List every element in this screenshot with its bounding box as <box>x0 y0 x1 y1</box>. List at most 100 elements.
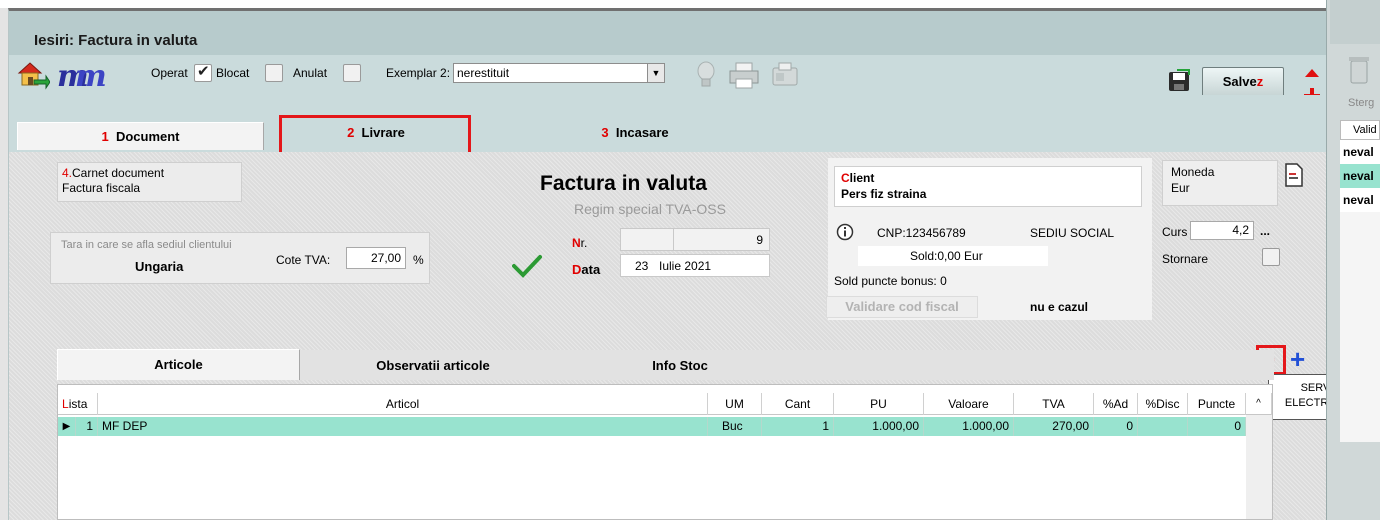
col-ad[interactable]: %Ad <box>1094 393 1138 415</box>
col-articol[interactable]: Articol <box>98 393 708 415</box>
carnet-value: Factura fiscala <box>62 181 141 195</box>
arrow-up-icon[interactable] <box>1303 67 1321 79</box>
tab-incasare-label: Incasare <box>615 125 669 140</box>
nr-label: Nr. <box>572 236 587 250</box>
col-tva[interactable]: TVA <box>1014 393 1094 415</box>
tara-value[interactable]: Ungaria <box>135 259 183 274</box>
validare-cod-fiscal-button[interactable]: Validare cod fiscal <box>826 296 978 318</box>
info-icon[interactable] <box>836 223 854 241</box>
date-month-year: Iulie 2021 <box>659 259 712 273</box>
invoice-title: Factura in valuta <box>540 172 707 195</box>
tara-box: Tara in care se afla sediul clientului U… <box>50 232 430 284</box>
tab-document[interactable]: 1 Document <box>17 122 264 150</box>
operat-label: Operat <box>151 66 188 80</box>
nr-input[interactable]: 9 <box>620 228 770 251</box>
curs-label: Curs <box>1162 225 1188 239</box>
stornare-checkbox[interactable] <box>1262 248 1280 266</box>
cell-articol: MF DEP <box>98 417 708 436</box>
table-row[interactable]: ▶ 1 MF DEP Buc 1 1.000,00 1.000,00 270,0… <box>58 417 1246 436</box>
cell-puncte: 0 <box>1188 417 1246 436</box>
cell-lista: 1 <box>76 417 98 436</box>
articles-grid: Lista Articol UM Cant PU Valoare TVA %Ad… <box>57 384 1273 520</box>
printer-icon[interactable] <box>728 60 760 90</box>
lightbulb-icon[interactable] <box>694 60 718 90</box>
client-label-text: lient <box>849 171 875 185</box>
fax-icon[interactable] <box>770 60 800 90</box>
save-button[interactable]: Salvez <box>1202 67 1284 97</box>
cote-tva-label: Cote TVA: <box>276 253 331 267</box>
col-lista[interactable]: Lista <box>58 393 98 415</box>
trash-icon[interactable] <box>1348 54 1370 86</box>
validare-value: nu e cazul <box>1030 300 1089 314</box>
list-item[interactable]: neval <box>1340 164 1380 188</box>
col-cant[interactable]: Cant <box>762 393 834 415</box>
side-panel-top <box>1330 0 1380 44</box>
exemplar-label: Exemplar 2: <box>386 66 451 80</box>
nr-divider <box>673 229 674 250</box>
tab-document-number: 1 <box>101 129 109 144</box>
col-um[interactable]: UM <box>708 393 762 415</box>
col-puncte[interactable]: Puncte <box>1188 393 1246 415</box>
nr-hotkey: N <box>572 236 581 250</box>
valid-header[interactable]: Valid <box>1340 120 1380 140</box>
col-pu[interactable]: PU <box>834 393 924 415</box>
cell-ad: 0 <box>1094 417 1138 436</box>
exemplar-select[interactable]: nerestituit ▼ <box>453 63 665 83</box>
percent-label: % <box>413 253 424 267</box>
grid-header: Lista Articol UM Cant PU Valoare TVA %Ad… <box>58 393 1272 415</box>
document-icon[interactable] <box>1284 162 1304 188</box>
save-disk-icon[interactable] <box>1167 69 1191 93</box>
m-logo-icon[interactable]: m m <box>55 59 109 94</box>
col-disc[interactable]: %Disc <box>1138 393 1188 415</box>
cell-pu: 1.000,00 <box>834 417 924 436</box>
curs-input[interactable]: 4,2 <box>1190 221 1254 240</box>
sterg-label[interactable]: Sterg <box>1348 97 1374 109</box>
operat-checkbox[interactable]: ✔ <box>194 63 212 82</box>
lista-hotkey: L <box>62 397 69 411</box>
tab-incasare[interactable]: 3 Incasare <box>530 119 740 147</box>
livrare-highlight-box <box>279 115 471 157</box>
scroll-up-icon[interactable]: ^ <box>1246 393 1272 415</box>
lista-label: ista <box>68 397 88 411</box>
date-input[interactable]: 23 Iulie 2021 <box>620 254 770 277</box>
col-valoare[interactable]: Valoare <box>924 393 1014 415</box>
subtab-observatii[interactable]: Observatii articole <box>318 352 548 380</box>
moneda-box[interactable]: Moneda Eur <box>1162 160 1278 206</box>
save-hotkey: z <box>1256 74 1264 89</box>
grid-scrollbar[interactable] <box>1246 415 1272 519</box>
cell-valoare: 1.000,00 <box>924 417 1014 436</box>
chevron-down-icon[interactable]: ▼ <box>647 64 664 82</box>
subtab-articole[interactable]: Articole <box>57 349 300 380</box>
moneda-label: Moneda <box>1171 165 1215 179</box>
invoice-subtitle: Regim special TVA-OSS <box>574 201 726 217</box>
cell-um: Buc <box>708 417 762 436</box>
checkmark-icon <box>512 254 542 278</box>
list-item[interactable]: neval <box>1340 140 1380 164</box>
blocat-label: Blocat <box>216 66 250 80</box>
anulat-checkbox[interactable] <box>343 64 361 82</box>
list-item[interactable]: neval <box>1340 188 1380 212</box>
window-title: Iesiri: Factura in valuta <box>34 32 198 49</box>
exemplar-value: nerestituit <box>457 66 510 80</box>
stornare-label: Stornare <box>1162 252 1209 266</box>
client-sold-bonus: Sold puncte bonus: 0 <box>834 274 947 288</box>
client-name: Pers fiz straina <box>841 187 927 201</box>
client-hotkey: C <box>841 171 850 185</box>
cell-cant: 1 <box>762 417 834 436</box>
carnet-label-text: Carnet document <box>72 166 165 180</box>
curs-more-button[interactable]: ... <box>1260 224 1270 238</box>
title-bar <box>9 11 1326 55</box>
blocat-checkbox[interactable] <box>265 64 283 82</box>
client-sold-box: Sold:0,00 Eur <box>858 246 1048 266</box>
blue-plus-icon[interactable]: + <box>1290 346 1305 372</box>
carnet-box[interactable]: 4.Carnet document Factura fiscala <box>57 162 242 202</box>
anulat-label: Anulat <box>293 66 328 80</box>
subtab-info-stoc[interactable]: Info Stoc <box>590 352 770 380</box>
client-sediu: SEDIU SOCIAL <box>1030 226 1115 240</box>
home-icon[interactable] <box>16 60 51 90</box>
client-cnp: CNP:123456789 <box>877 226 966 240</box>
check-icon: ✔ <box>197 63 210 80</box>
client-box[interactable]: Client Pers fiz straina <box>834 166 1142 207</box>
row-indicator-icon: ▶ <box>58 417 76 436</box>
cote-tva-input[interactable]: 27,00 <box>346 247 406 269</box>
